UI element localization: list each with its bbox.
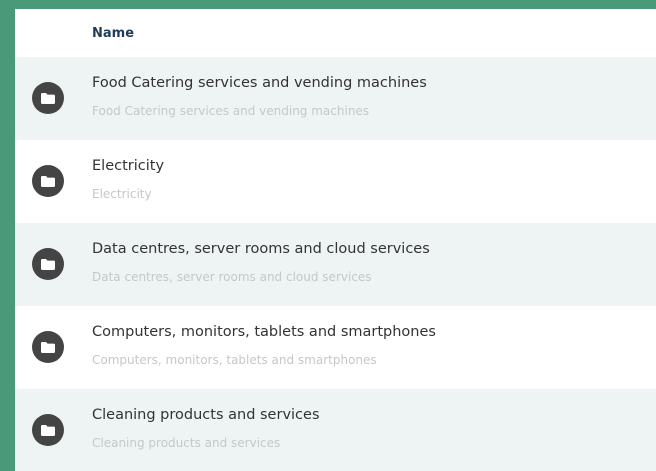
column-header-name[interactable]: Name — [92, 26, 134, 41]
row-subtitle: Food Catering services and vending machi… — [92, 104, 370, 118]
folder-icon — [32, 248, 64, 280]
table-row[interactable]: Food Catering services and vending machi… — [15, 57, 656, 140]
row-title: Computers, monitors, tablets and smartph… — [92, 324, 436, 340]
row-subtitle: Computers, monitors, tablets and smartph… — [92, 353, 377, 367]
folder-icon — [32, 414, 64, 446]
row-title: Cleaning products and services — [92, 407, 320, 423]
folder-icon — [32, 165, 64, 197]
row-subtitle: Data centres, server rooms and cloud ser… — [92, 270, 372, 284]
category-table: Name Food Catering services and vending … — [15, 9, 656, 471]
table-row[interactable]: Electricity Electricity — [15, 140, 656, 223]
table-row[interactable]: Data centres, server rooms and cloud ser… — [15, 223, 656, 306]
row-title: Food Catering services and vending machi… — [92, 75, 427, 91]
table-row[interactable]: Cleaning products and services Cleaning … — [15, 389, 656, 471]
row-subtitle: Electricity — [92, 187, 152, 201]
folder-icon — [32, 331, 64, 363]
row-title: Data centres, server rooms and cloud ser… — [92, 241, 430, 257]
table-header: Name — [15, 9, 656, 57]
folder-icon — [32, 82, 64, 114]
table-row[interactable]: Computers, monitors, tablets and smartph… — [15, 306, 656, 389]
row-title: Electricity — [92, 158, 165, 174]
row-subtitle: Cleaning products and services — [92, 436, 281, 450]
